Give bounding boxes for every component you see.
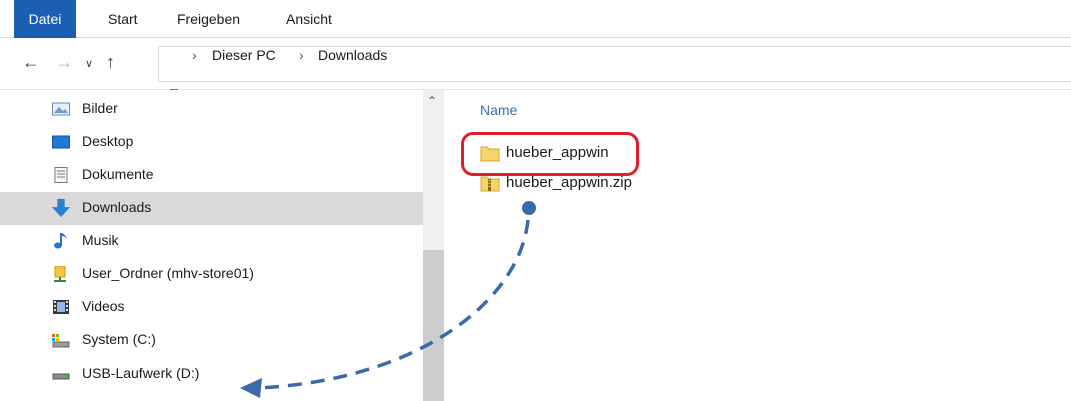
nav-item-label: Downloads (82, 199, 152, 215)
system-drive-icon (52, 334, 70, 348)
tab-datei[interactable]: Datei (14, 0, 76, 38)
nav-item-label: USB-Laufwerk (D:) (82, 365, 200, 381)
forward-arrow-icon[interactable]: → (55, 52, 73, 73)
breadcrumb-dieser-pc[interactable]: Dieser PC (212, 47, 276, 63)
nav-item-label: Bilder (82, 100, 118, 116)
tab-start[interactable]: Start (94, 0, 152, 30)
nav-item-system-c[interactable]: System (C:) (0, 324, 423, 357)
breadcrumb-separator-icon[interactable]: › (299, 47, 304, 63)
desktop-icon (52, 135, 70, 149)
back-arrow-icon[interactable]: ← (22, 52, 40, 73)
scroll-thumb[interactable] (423, 250, 444, 401)
zip-folder-icon (480, 176, 500, 192)
highlight-frame (461, 132, 639, 176)
scroll-up-arrow-icon[interactable]: ⌃ (427, 94, 437, 108)
recent-chevron-icon[interactable]: ∨ (85, 57, 93, 70)
column-header-name[interactable]: Name (480, 102, 517, 118)
nav-item-downloads[interactable]: Downloads (0, 192, 423, 225)
nav-item-desktop[interactable]: Desktop (0, 126, 423, 159)
up-arrow-icon[interactable]: ↑ (106, 52, 115, 73)
music-icon (54, 233, 67, 249)
pictures-icon (52, 102, 70, 116)
address-box[interactable] (158, 46, 1071, 82)
nav-item-dokumente[interactable]: Dokumente (0, 159, 423, 192)
breadcrumb-downloads[interactable]: Downloads (318, 47, 387, 63)
nav-scrollbar[interactable]: ⌃ (423, 90, 444, 401)
nav-item-usb-d[interactable]: USB-Laufwerk (D:) (0, 358, 423, 391)
nav-item-user-ordner[interactable]: User_Ordner (mhv-store01) (0, 258, 423, 291)
nav-item-label: System (C:) (82, 331, 156, 347)
address-bar-row: ← → ∨ ↑ › Dieser PC › Downloads (0, 38, 1071, 112)
nav-item-label: Dokumente (82, 166, 154, 182)
network-folder-icon (54, 266, 66, 282)
file-item-label: hueber_appwin.zip (506, 174, 632, 191)
nav-item-label: Desktop (82, 133, 134, 149)
nav-item-musik[interactable]: Musik (0, 225, 423, 258)
usb-drive-icon (52, 373, 70, 380)
ribbon: Datei Start Freigeben Ansicht (0, 0, 1071, 38)
downloads-icon (51, 198, 71, 218)
breadcrumb-separator-icon[interactable]: › (192, 47, 197, 63)
navigation-pane: Bilder Desktop Dokumente Downloads Musik (0, 90, 423, 401)
nav-item-label: Videos (82, 298, 125, 314)
nav-item-label: User_Ordner (mhv-store01) (82, 265, 254, 281)
nav-item-bilder[interactable]: Bilder (0, 93, 423, 126)
documents-icon (54, 167, 68, 183)
tab-ansicht[interactable]: Ansicht (272, 0, 346, 30)
nav-item-label: Musik (82, 232, 119, 248)
tab-freigeben[interactable]: Freigeben (163, 0, 254, 30)
nav-item-videos[interactable]: Videos (0, 291, 423, 324)
videos-icon (53, 300, 69, 314)
